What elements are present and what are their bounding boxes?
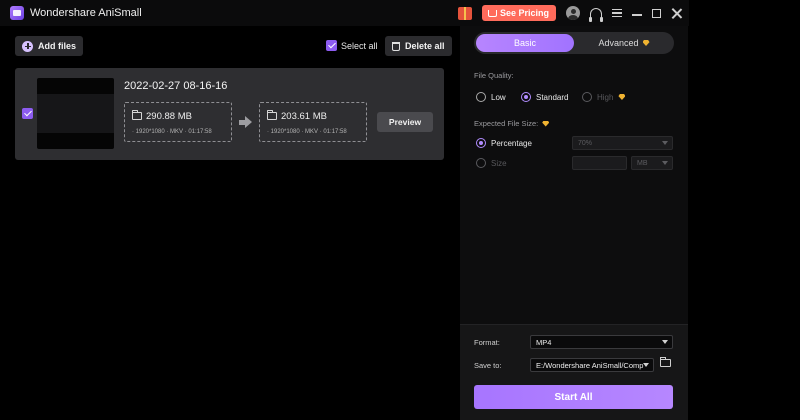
quality-standard-option[interactable]: Standard	[521, 92, 568, 102]
preview-button[interactable]: Preview	[377, 112, 433, 132]
maximize-icon[interactable]	[652, 8, 661, 18]
output-size: 203.61 MB	[281, 111, 327, 122]
chevron-down-icon	[662, 161, 668, 165]
size-label: Size	[491, 158, 507, 168]
format-label: Format:	[474, 338, 500, 347]
see-pricing-button[interactable]: See Pricing	[481, 5, 556, 21]
close-icon[interactable]	[671, 8, 682, 19]
folder-icon	[131, 110, 142, 120]
chevron-down-icon	[662, 141, 668, 145]
save-path-select[interactable]: E:/Wondershare AniSmall/Comp	[530, 358, 654, 372]
premium-gem-icon	[618, 94, 626, 100]
percentage-value: 70%	[578, 139, 593, 147]
cart-icon	[487, 9, 497, 17]
quality-low-option[interactable]: Low	[476, 92, 506, 102]
delete-all-button[interactable]: Delete all	[385, 36, 452, 56]
quality-high-label: High	[597, 92, 614, 102]
quality-standard-label: Standard	[536, 92, 569, 102]
radio-unchecked-icon	[476, 92, 486, 102]
select-all-checkbox[interactable]: Select all	[326, 40, 378, 51]
gift-icon[interactable]	[457, 6, 472, 20]
expected-size-label: Expected File Size:	[474, 119, 539, 128]
file-list-area: Add files Select all Delete all 2022-02-…	[0, 26, 458, 420]
percentage-option[interactable]: Percentage	[476, 138, 532, 148]
quality-high-option[interactable]: High	[582, 92, 626, 102]
save-path-value: E:/Wondershare AniSmall/Comp	[536, 360, 644, 370]
checkbox-checked-icon	[326, 40, 337, 51]
support-headset-icon[interactable]	[589, 7, 603, 22]
percentage-label: Percentage	[491, 138, 532, 148]
tab-advanced-label: Advanced	[598, 38, 639, 48]
start-all-button[interactable]: Start All	[474, 385, 673, 409]
unit-value: MB	[637, 159, 648, 167]
original-size: 290.88 MB	[146, 111, 192, 122]
radio-disabled-icon	[582, 92, 592, 102]
radio-checked-icon	[476, 138, 486, 148]
tab-advanced[interactable]: Advanced	[574, 32, 674, 54]
account-avatar-icon[interactable]	[566, 6, 580, 20]
unit-select[interactable]: MB	[631, 156, 673, 170]
title-bar-controls: See Pricing	[457, 4, 682, 22]
chevron-down-icon	[662, 340, 668, 344]
menu-icon[interactable]	[612, 9, 622, 17]
select-all-label: Select all	[341, 40, 378, 51]
size-option[interactable]: Size	[476, 158, 507, 168]
original-size-box: 290.88 MB · 1920*1080 · MKV · 01:17:58	[124, 102, 232, 142]
title-bar: Wondershare AniSmall See Pricing	[0, 0, 690, 26]
output-size-box: 203.61 MB · 1920*1080 · MKV · 01:17:58	[259, 102, 367, 142]
window-edge-background	[689, 0, 800, 420]
add-files-label: Add files	[38, 41, 77, 51]
add-icon	[22, 40, 33, 52]
premium-gem-icon	[642, 40, 650, 46]
folder-icon	[266, 110, 277, 120]
app-logo-icon	[10, 6, 24, 20]
browse-folder-icon[interactable]	[659, 357, 671, 367]
percentage-select[interactable]: 70%	[572, 136, 673, 150]
see-pricing-label: See Pricing	[499, 8, 549, 18]
save-to-label: Save to:	[474, 361, 502, 370]
mode-tabs: Basic Advanced	[474, 32, 674, 54]
app-title: Wondershare AniSmall	[30, 7, 142, 19]
original-meta: · 1920*1080 · MKV · 01:17:58	[132, 129, 212, 135]
quality-low-label: Low	[491, 92, 506, 102]
delete-all-label: Delete all	[405, 41, 445, 51]
format-select[interactable]: MP4	[530, 335, 673, 349]
format-value: MP4	[536, 337, 552, 347]
add-files-button[interactable]: Add files	[15, 36, 84, 56]
trash-icon	[392, 41, 400, 51]
file-select-checkbox[interactable]	[22, 108, 33, 119]
video-thumbnail	[37, 78, 114, 149]
radio-checked-icon	[521, 92, 531, 102]
radio-disabled-icon	[476, 158, 486, 168]
chevron-down-icon	[643, 363, 649, 367]
file-item-card[interactable]: 2022-02-27 08-16-16 290.88 MB · 1920*108…	[15, 68, 444, 160]
tab-basic[interactable]: Basic	[476, 34, 574, 52]
minimize-icon[interactable]	[632, 14, 642, 16]
premium-gem-icon	[542, 120, 550, 127]
file-quality-label: File Quality:	[474, 71, 514, 80]
output-meta: · 1920*1080 · MKV · 01:17:58	[267, 129, 347, 135]
expected-size-heading: Expected File Size:	[474, 119, 550, 128]
arrow-right-icon	[239, 116, 253, 128]
file-name: 2022-02-27 08-16-16	[124, 80, 228, 92]
tab-basic-label: Basic	[513, 38, 536, 48]
settings-panel: Basic Advanced File Quality: Low Standar…	[460, 26, 688, 420]
output-settings: Format: MP4 Save to: E:/Wondershare AniS…	[460, 324, 688, 420]
size-input[interactable]	[572, 156, 627, 170]
